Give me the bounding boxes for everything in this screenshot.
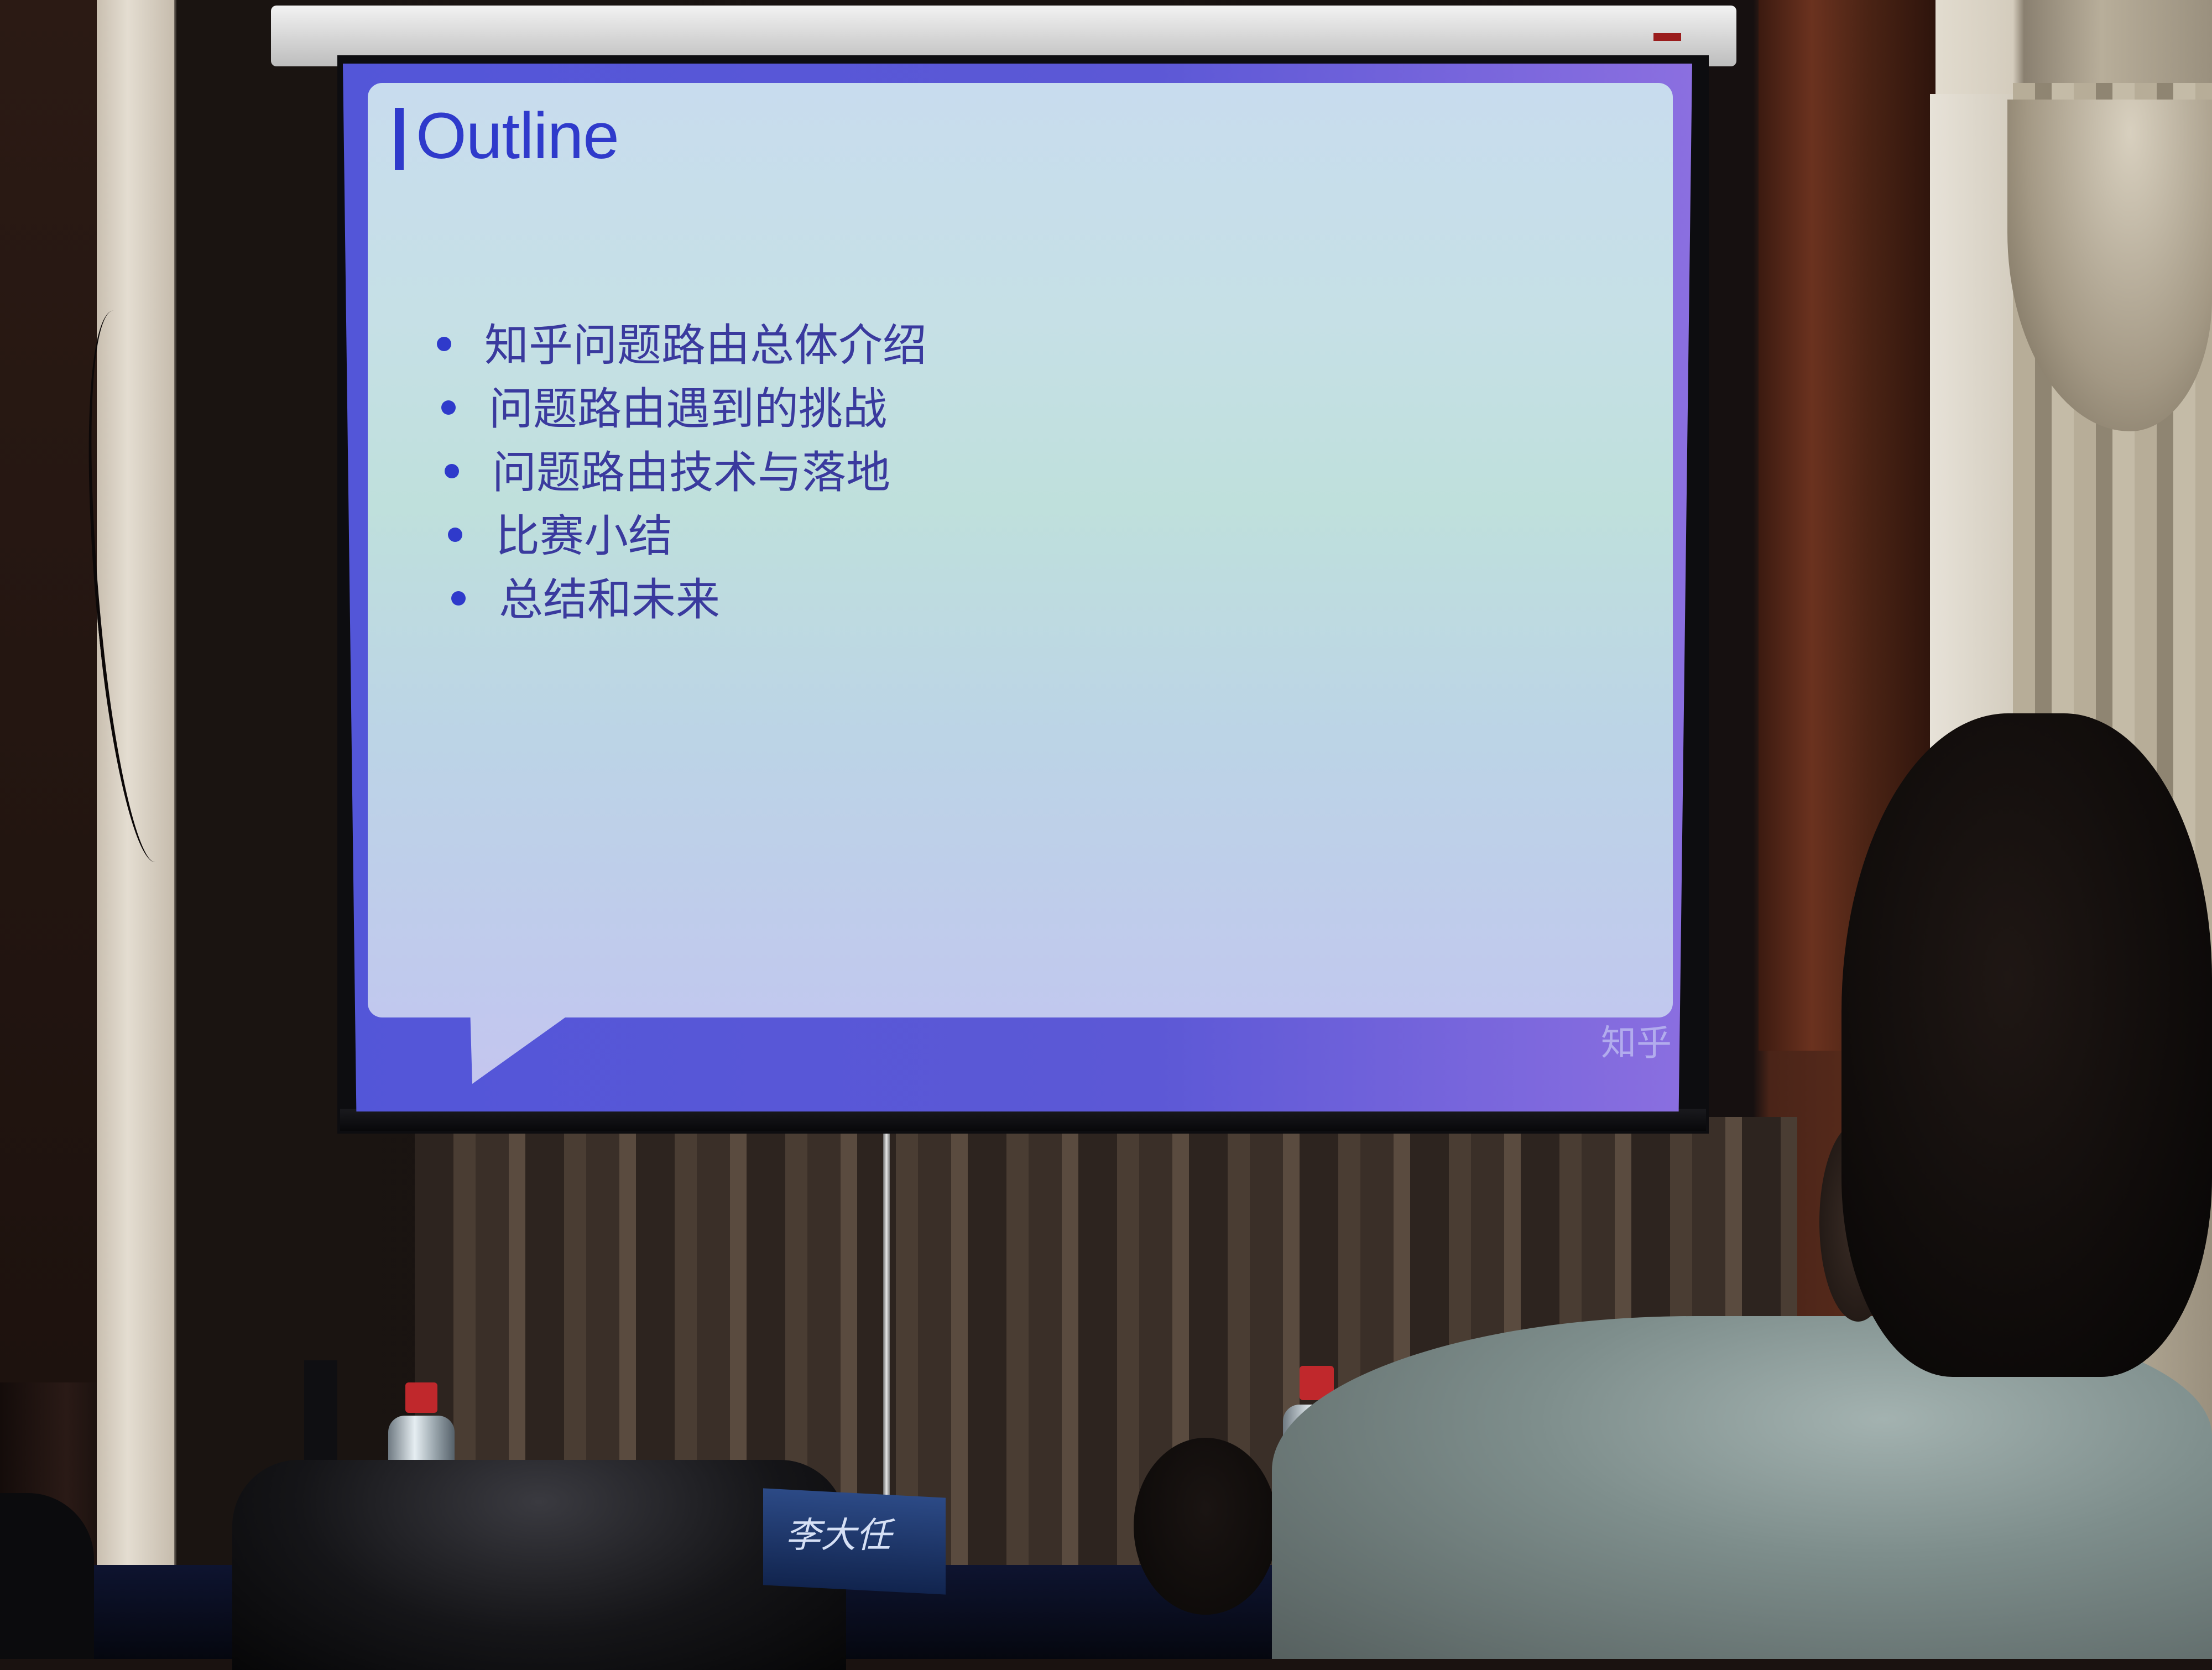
outline-item-label: 知乎问题路由总体介绍 [484,320,927,371]
outline-item-label: 比赛小结 [495,510,672,562]
audience-head-foreground [1841,713,2212,1377]
bullet-dot-icon [445,464,459,479]
outline-item: 比赛小结 [448,500,672,565]
name-plate-text: 李大任 [785,1515,891,1556]
zhihu-logo: 知乎 [1601,1023,1672,1064]
screen-brand-mark [1653,33,1681,41]
outline-item: 知乎问题路由总体介绍 [437,310,927,374]
outline-item-label: 总结和未来 [499,574,720,625]
outline-item: 问题路由技术与落地 [445,437,890,501]
bottle-cap [405,1382,437,1413]
audience-head [1134,1438,1277,1615]
outline-item: 总结和未来 [451,564,720,628]
outline-item-label: 问题路由技术与落地 [492,447,890,498]
office-chair [232,1460,846,1670]
bullet-dot-icon [451,591,466,606]
bullet-dot-icon [437,337,451,352]
outline-item: 问题路由遇到的挑战 [441,373,887,437]
outline-item-label: 问题路由遇到的挑战 [489,383,887,435]
slide-title: Outline [416,100,619,173]
screen-stand-pole [883,1123,890,1510]
title-accent-bar [395,108,404,170]
bullet-dot-icon [441,400,456,415]
bullet-dot-icon [448,528,462,542]
screen-bottom-bar [340,1109,1706,1131]
left-wall-panel [0,0,100,1382]
